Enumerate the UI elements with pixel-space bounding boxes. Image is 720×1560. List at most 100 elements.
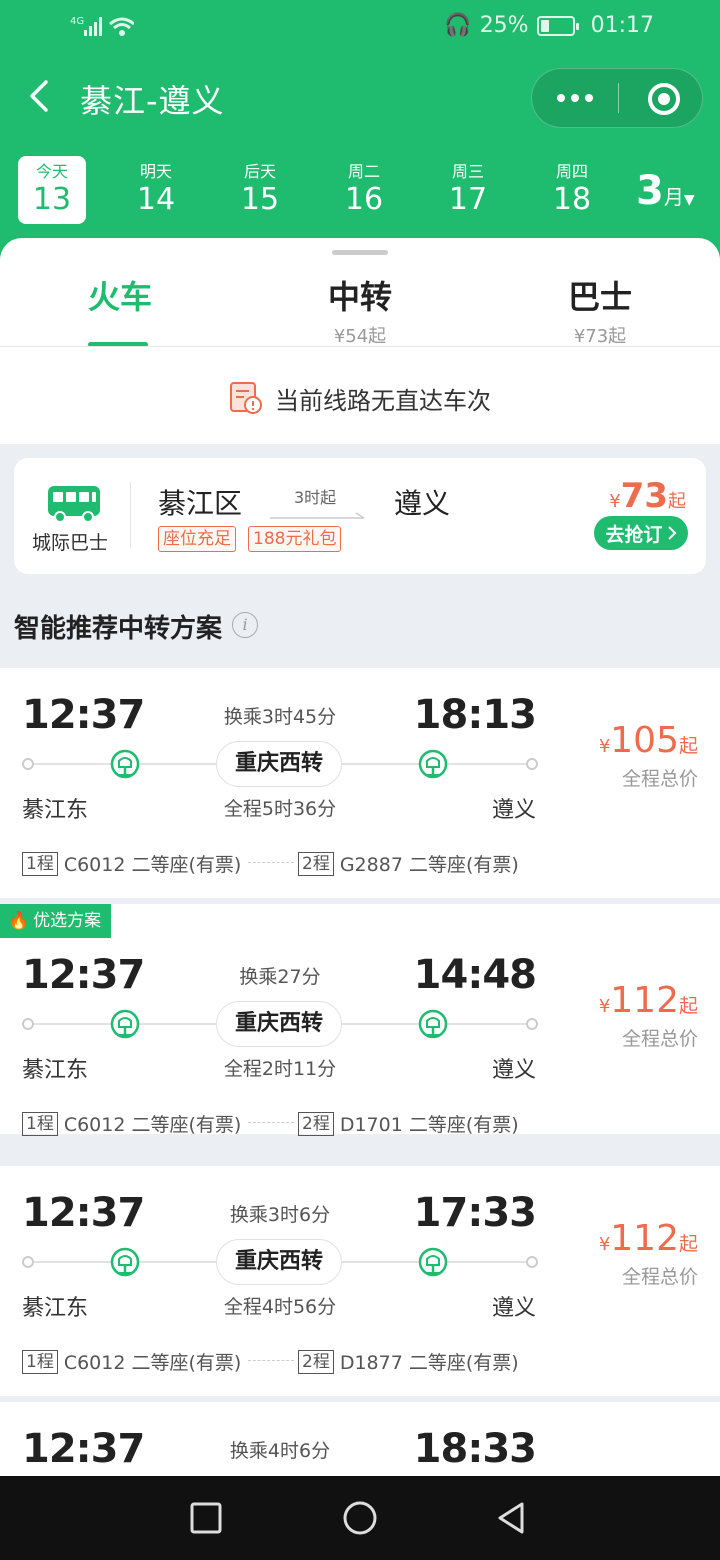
month-picker[interactable]: 3月▼ — [636, 168, 695, 214]
caret-down-icon: ▼ — [683, 192, 695, 208]
date-day: 17 — [448, 182, 488, 217]
date-item[interactable]: 周三 17 — [434, 156, 502, 224]
arrival-time: 14:48 — [413, 952, 537, 998]
bus-card[interactable]: 城际巴士 綦江区 3时起 遵义 座位充足 188元礼包 ¥73起 去抢订 — [14, 458, 706, 574]
svg-text:4G: 4G — [70, 16, 84, 27]
tab-sub-price: ¥73起 — [573, 326, 627, 347]
date-label: 周二 — [347, 162, 380, 181]
book-button[interactable]: 去抢订 — [594, 516, 688, 550]
segment-1: 1程 C6012 二等座(有票) — [22, 1110, 241, 1137]
bus-to: 遵义 — [394, 487, 451, 520]
total-price-label: 全程总价 — [621, 1266, 698, 1288]
route-card[interactable]: 12:37 换乘3时6分 17:33 重庆西转 綦江东 全程4时56分 遵义 1程 C6012 … — [0, 1166, 720, 1396]
info-icon[interactable]: i — [232, 612, 258, 638]
bus-icon — [48, 486, 100, 523]
date-day: 18 — [552, 182, 592, 217]
date-item[interactable]: 明天 14 — [122, 156, 190, 224]
date-day: 14 — [136, 182, 176, 217]
train-icon — [110, 1247, 140, 1277]
date-label: 今天 — [35, 162, 68, 181]
currency: ¥ — [598, 1234, 611, 1255]
route-card[interactable]: 12:37 换乘3时45分 18:13 重庆西转 綦江东 全程5时36分 遵义 1程 C6012… — [0, 668, 720, 898]
gift-tag: 188元礼包 — [248, 526, 342, 552]
tab-bus[interactable]: 巴士 ¥73起 — [480, 272, 720, 348]
origin-station: 綦江东 — [22, 798, 89, 823]
date-label: 周四 — [555, 162, 588, 181]
date-selector: 今天 13 明天 14 后天 15 周二 16 周三 17 周四 18 3月▼ — [0, 156, 720, 228]
date-item[interactable]: 今天 13 — [18, 156, 86, 224]
currency: ¥ — [598, 996, 611, 1017]
transfer-duration: 换乘3时45分 — [223, 706, 337, 728]
segment-info: D1877 二等座(有票) — [339, 1352, 519, 1374]
more-icon[interactable] — [532, 69, 618, 127]
segment-number: 2程 — [298, 1349, 334, 1374]
badge-label: 优选方案 — [33, 911, 102, 931]
tab-label: 火车 — [87, 278, 152, 316]
clock: 01:17 — [590, 13, 654, 38]
destination-station: 遵义 — [491, 1296, 536, 1321]
tab-divider — [0, 346, 720, 347]
departure-time: 12:37 — [22, 952, 145, 998]
tab-train[interactable]: 火车 — [0, 272, 240, 318]
route-price: ¥105起 — [599, 720, 698, 761]
route-card[interactable]: 🔥 优选方案 12:37 换乘27分 14:48 重庆西转 綦江东 全程2时11分 遵义 1程 C6… — [0, 904, 720, 1137]
segment-info: D1701 二等座(有票) — [339, 1114, 519, 1136]
price-suffix: 起 — [668, 491, 686, 512]
currency: ¥ — [609, 491, 621, 512]
book-button-label: 去抢订 — [605, 523, 663, 546]
transfer-duration: 换乘3时6分 — [229, 1204, 331, 1226]
route-card[interactable]: 12:37 换乘4时6分 18:33 — [0, 1402, 720, 1476]
segment-number: 2程 — [298, 1111, 334, 1136]
total-duration: 全程5时36分 — [223, 798, 337, 820]
no-ticket-icon — [230, 382, 262, 414]
departure-time: 12:37 — [22, 1190, 145, 1236]
date-day: 16 — [344, 182, 384, 217]
transfer-duration: 换乘27分 — [239, 966, 321, 988]
segment-info: C6012 二等座(有票) — [63, 1352, 242, 1374]
nav-circle-icon[interactable] — [342, 1500, 378, 1536]
date-label: 周三 — [451, 162, 484, 181]
drag-handle[interactable] — [332, 250, 388, 255]
arrow-icon — [270, 512, 365, 519]
bus-type-label: 城际巴士 — [32, 532, 109, 554]
tab-transfer[interactable]: 中转 ¥54起 — [240, 272, 480, 348]
currency: ¥ — [598, 736, 611, 757]
route-price: ¥112起 — [599, 1218, 698, 1259]
headset-icon: 🎧 — [444, 13, 472, 38]
nav-square-icon[interactable] — [188, 1500, 224, 1536]
tab-sub-price: ¥54起 — [333, 326, 387, 347]
seat-tag: 座位充足 — [158, 526, 236, 552]
segment-2: 2程 G2887 二等座(有票) — [298, 850, 519, 877]
segment-info: C6012 二等座(有票) — [63, 1114, 242, 1136]
segment-connector — [248, 1360, 294, 1361]
capsule-divider — [618, 83, 619, 113]
back-arrow-icon[interactable] — [24, 76, 60, 116]
origin-station: 綦江东 — [22, 1296, 89, 1321]
chevron-right-icon — [667, 526, 676, 540]
date-day: 13 — [32, 182, 72, 217]
transport-panel: 火车 中转 ¥54起 巴士 ¥73起 当前线路无直达车次 — [0, 238, 720, 444]
price-value: 112 — [610, 980, 679, 1021]
nav-back-icon[interactable] — [494, 1500, 530, 1536]
price-suffix: 起 — [678, 995, 698, 1017]
train-icon — [110, 1009, 140, 1039]
close-circle-icon[interactable] — [648, 83, 680, 115]
month-number: 3 — [636, 168, 664, 214]
bus-from: 綦江区 — [158, 487, 243, 520]
date-item[interactable]: 周四 18 — [538, 156, 606, 224]
featured-badge: 🔥 优选方案 — [0, 904, 112, 938]
bus-duration: 3时起 — [294, 488, 337, 507]
date-label: 后天 — [243, 162, 276, 181]
train-icon — [110, 749, 140, 779]
fire-icon: 🔥 — [8, 911, 30, 931]
segment-number: 1程 — [22, 1349, 58, 1374]
price-suffix: 起 — [678, 1233, 698, 1255]
date-label: 明天 — [139, 162, 172, 181]
date-item[interactable]: 后天 15 — [226, 156, 294, 224]
total-duration: 全程4时56分 — [223, 1296, 337, 1318]
route-price: ¥112起 — [599, 980, 698, 1021]
segment-1: 1程 C6012 二等座(有票) — [22, 850, 241, 877]
total-price-label: 全程总价 — [621, 768, 698, 790]
origin-station: 綦江东 — [22, 1058, 89, 1083]
date-item[interactable]: 周二 16 — [330, 156, 398, 224]
